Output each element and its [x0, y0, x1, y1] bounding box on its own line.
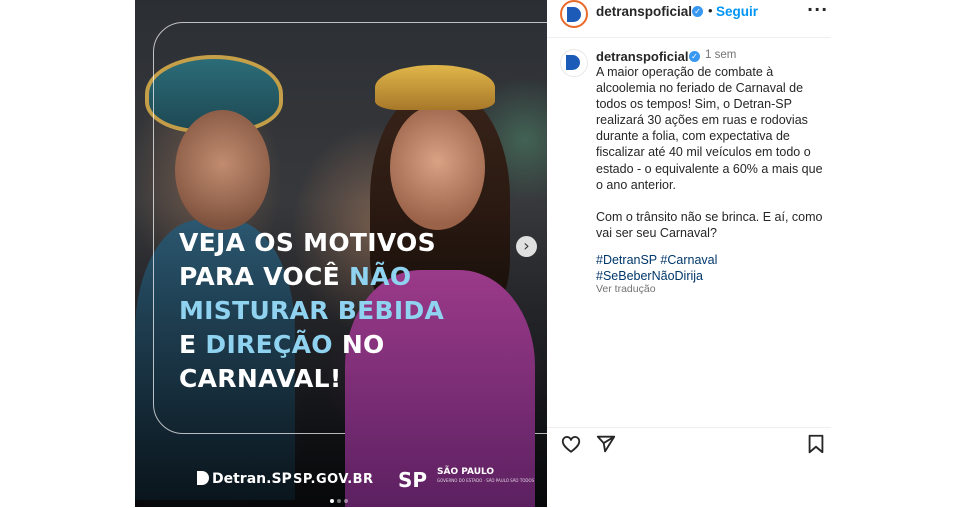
- post-timestamp[interactable]: 1 sem: [705, 49, 736, 61]
- headline-line5: CARNAVAL!: [179, 364, 342, 393]
- headline-line4-b: NO: [332, 330, 385, 359]
- verified-badge-icon: ✓: [692, 6, 703, 17]
- detran-logo: Detran.SP: [197, 471, 292, 487]
- avatar[interactable]: [560, 0, 588, 28]
- caption-paragraph: A maior operação de combate à alcoolemia…: [596, 65, 823, 192]
- sp-logo-subtitle: GOVERNO DO ESTADO · SÃO PAULO SÃO TODOS: [437, 478, 535, 483]
- headline-line2: PARA VOCÊ: [179, 262, 349, 291]
- image-headline: VEJA OS MOTIVOS PARA VOCÊ NÃO MISTURAR B…: [179, 226, 509, 396]
- follow-button[interactable]: Seguir: [716, 4, 758, 19]
- spgov-logo: SP.GOV.BR: [293, 472, 374, 487]
- verified-badge-icon: ✓: [689, 51, 700, 62]
- paper-plane-icon[interactable]: [595, 433, 617, 455]
- post-image[interactable]: VEJA OS MOTIVOS PARA VOCÊ NÃO MISTURAR B…: [135, 0, 547, 507]
- headline-line1: VEJA OS MOTIVOS: [179, 228, 436, 257]
- post-header: detranspoficial ✓ • Seguir ···: [547, 0, 831, 38]
- caption-username[interactable]: detranspoficial: [596, 49, 688, 64]
- headline-line4-a: E: [179, 330, 206, 359]
- separator-dot: •: [708, 3, 713, 18]
- detran-mark-icon: [197, 471, 209, 485]
- detran-mark-icon: [567, 7, 581, 22]
- more-horizontal-icon[interactable]: ···: [807, 0, 828, 19]
- hashtag-link[interactable]: #DetranSP: [596, 253, 657, 267]
- headline-line4-highlight: DIREÇÃO: [205, 330, 333, 359]
- detran-mark-icon: [566, 55, 580, 70]
- caption-paragraph: Com o trânsito não se brinca. E aí, como…: [596, 209, 823, 240]
- caption-body: A maior operação de combate à alcoolemia…: [596, 64, 826, 241]
- headline-line3-highlight: MISTURAR BEBIDA: [179, 296, 445, 325]
- hashtag-link[interactable]: #SeBeberNãoDirija: [596, 269, 703, 283]
- woman-crown: [375, 65, 495, 110]
- hashtags: #DetranSP #Carnaval #SeBeberNãoDirija: [596, 252, 826, 284]
- caption-avatar[interactable]: [560, 49, 588, 77]
- bookmark-icon[interactable]: [805, 433, 827, 455]
- carousel-dot: [337, 499, 341, 503]
- carousel-dot: [344, 499, 348, 503]
- sp-logo-name: SÃO PAULO: [437, 467, 495, 477]
- hashtag-link[interactable]: #Carnaval: [660, 253, 717, 267]
- sp-logo: SP: [398, 468, 428, 492]
- header-username[interactable]: detranspoficial: [596, 4, 692, 19]
- heart-icon[interactable]: [560, 433, 582, 455]
- caption: detranspoficial ✓ 1 sem A maior operação…: [547, 37, 831, 427]
- carousel-dots: [330, 490, 351, 508]
- carousel-dot: [330, 499, 334, 503]
- woman-face: [390, 105, 485, 230]
- see-translation-link[interactable]: Ver tradução: [596, 283, 656, 295]
- detran-logo-text: Detran.SP: [212, 471, 292, 487]
- chevron-right-icon[interactable]: ›: [516, 236, 537, 257]
- headline-line2-highlight: NÃO: [348, 262, 412, 291]
- action-bar: [547, 427, 831, 458]
